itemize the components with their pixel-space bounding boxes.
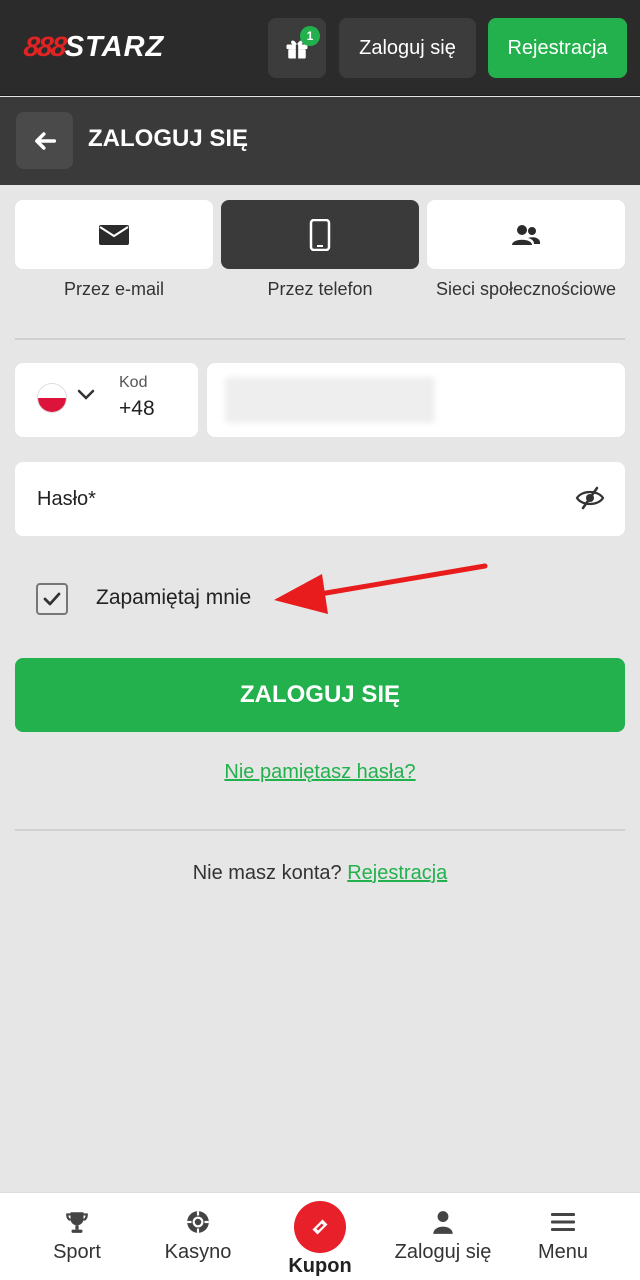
page-title-bar: ZALOGUJ SIĘ: [0, 97, 640, 185]
eye-off-icon[interactable]: [575, 486, 605, 510]
login-button[interactable]: Zaloguj się: [339, 18, 476, 78]
bottom-navigation: Sport Kasyno Kupon Zaloguj się Menu: [0, 1192, 640, 1280]
remember-me-label[interactable]: Zapamiętaj mnie: [96, 586, 251, 610]
signup-prompt: Nie masz konta? Rejestracja: [0, 862, 640, 885]
nav-kupon-label: Kupon: [288, 1255, 352, 1277]
menu-icon: [551, 1213, 575, 1231]
nav-casino-label: Kasyno: [164, 1241, 232, 1263]
tab-email[interactable]: [15, 200, 213, 269]
remember-me-checkbox[interactable]: [36, 583, 68, 615]
password-field[interactable]: Hasło*: [15, 462, 625, 536]
country-code-select[interactable]: Kod +48: [15, 363, 198, 437]
nav-sport[interactable]: Sport: [27, 1193, 127, 1280]
tab-phone[interactable]: [221, 200, 419, 269]
tab-phone-label: Przez telefon: [267, 279, 373, 299]
arrow-left-icon: [34, 131, 56, 150]
nav-sport-label: Sport: [53, 1241, 101, 1263]
nav-login-label: Zaloguj się: [394, 1241, 492, 1263]
casino-chip-icon: [187, 1211, 209, 1233]
code-value: +48: [119, 397, 155, 420]
user-icon: [433, 1211, 453, 1234]
nav-casino[interactable]: Kasyno: [148, 1193, 248, 1280]
password-placeholder: Hasło*: [37, 488, 96, 510]
phone-number-input[interactable]: [207, 363, 625, 437]
envelope-icon: [99, 224, 129, 245]
trophy-icon: [66, 1212, 88, 1233]
logo[interactable]: 888 STARZ: [21, 30, 165, 64]
checkmark-icon: [43, 592, 61, 606]
nav-kupon[interactable]: Kupon: [270, 1193, 370, 1280]
divider: [15, 338, 625, 340]
forgot-password: Nie pamiętasz hasła?: [0, 761, 640, 784]
nav-menu-label: Menu: [537, 1241, 589, 1263]
redacted-phone-number: [225, 377, 435, 423]
divider: [15, 829, 625, 831]
users-icon: [512, 224, 541, 245]
nav-login[interactable]: Zaloguj się: [381, 1193, 505, 1280]
logo-text: STARZ: [64, 30, 165, 63]
tab-social[interactable]: [427, 200, 625, 269]
chevron-down-icon: [77, 389, 95, 400]
back-button[interactable]: [16, 112, 73, 169]
login-submit-button[interactable]: ZALOGUJ SIĘ: [15, 658, 625, 732]
ticket-icon: [312, 1219, 328, 1235]
tab-social-label: Sieci społecznościowe: [435, 279, 617, 299]
code-label: Kod: [119, 374, 148, 391]
tab-email-label: Przez e-mail: [63, 279, 165, 299]
smartphone-icon: [309, 218, 331, 251]
register-button[interactable]: Rejestracja: [488, 18, 627, 78]
forgot-password-link[interactable]: Nie pamiętasz hasła?: [224, 761, 415, 783]
red-arrow-annotation: [274, 563, 488, 614]
logo-mark: 888: [21, 31, 67, 62]
page-title: ZALOGUJ SIĘ: [88, 125, 249, 152]
gift-badge: 1: [300, 26, 320, 46]
signup-link[interactable]: Rejestracja: [347, 862, 447, 884]
signup-question: Nie masz konta?: [192, 862, 342, 884]
poland-flag-icon: [37, 383, 67, 413]
gift-button[interactable]: 1: [268, 18, 326, 78]
nav-menu[interactable]: Menu: [518, 1193, 608, 1280]
top-header: 888 STARZ 1 Zaloguj się Rejestracja: [0, 0, 640, 96]
